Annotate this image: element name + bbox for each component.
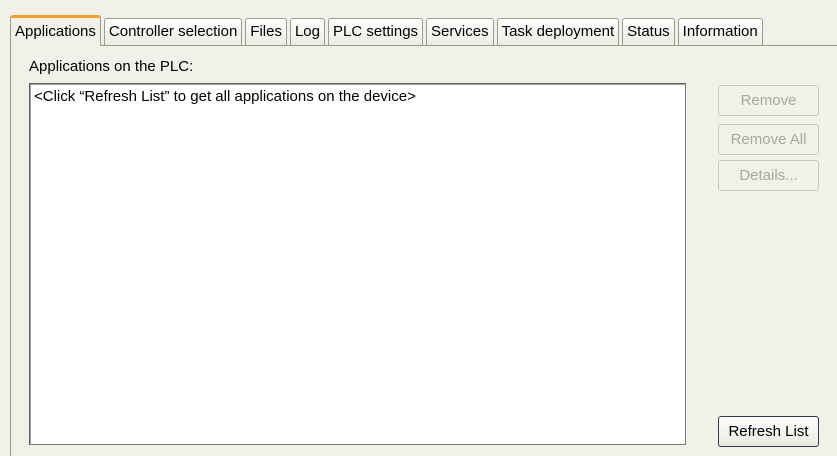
remove-button[interactable]: Remove: [718, 85, 819, 116]
applications-panel: Applications on the PLC: <Click “Refresh…: [10, 45, 837, 456]
tab-services[interactable]: Services: [426, 18, 494, 45]
tab-task-deployment[interactable]: Task deployment: [496, 18, 620, 45]
tab-status[interactable]: Status: [622, 18, 675, 45]
remove-all-button[interactable]: Remove All: [718, 124, 819, 155]
tab-log[interactable]: Log: [289, 18, 325, 45]
tab-controller-selection[interactable]: Controller selection: [103, 18, 243, 45]
tab-information[interactable]: Information: [677, 18, 763, 45]
tab-applications[interactable]: Applications: [10, 15, 101, 46]
details-button[interactable]: Details...: [718, 160, 819, 191]
device-editor-frame: Applications Controller selection Files …: [0, 0, 837, 456]
applications-list-label: Applications on the PLC:: [29, 58, 194, 75]
tab-files[interactable]: Files: [245, 18, 287, 45]
applications-listbox[interactable]: <Click “Refresh List” to get all applica…: [29, 83, 686, 445]
list-placeholder: <Click “Refresh List” to get all applica…: [34, 88, 416, 105]
tab-plc-settings[interactable]: PLC settings: [328, 18, 424, 45]
tab-strip: Applications Controller selection Files …: [10, 15, 766, 46]
refresh-list-button[interactable]: Refresh List: [718, 416, 819, 447]
